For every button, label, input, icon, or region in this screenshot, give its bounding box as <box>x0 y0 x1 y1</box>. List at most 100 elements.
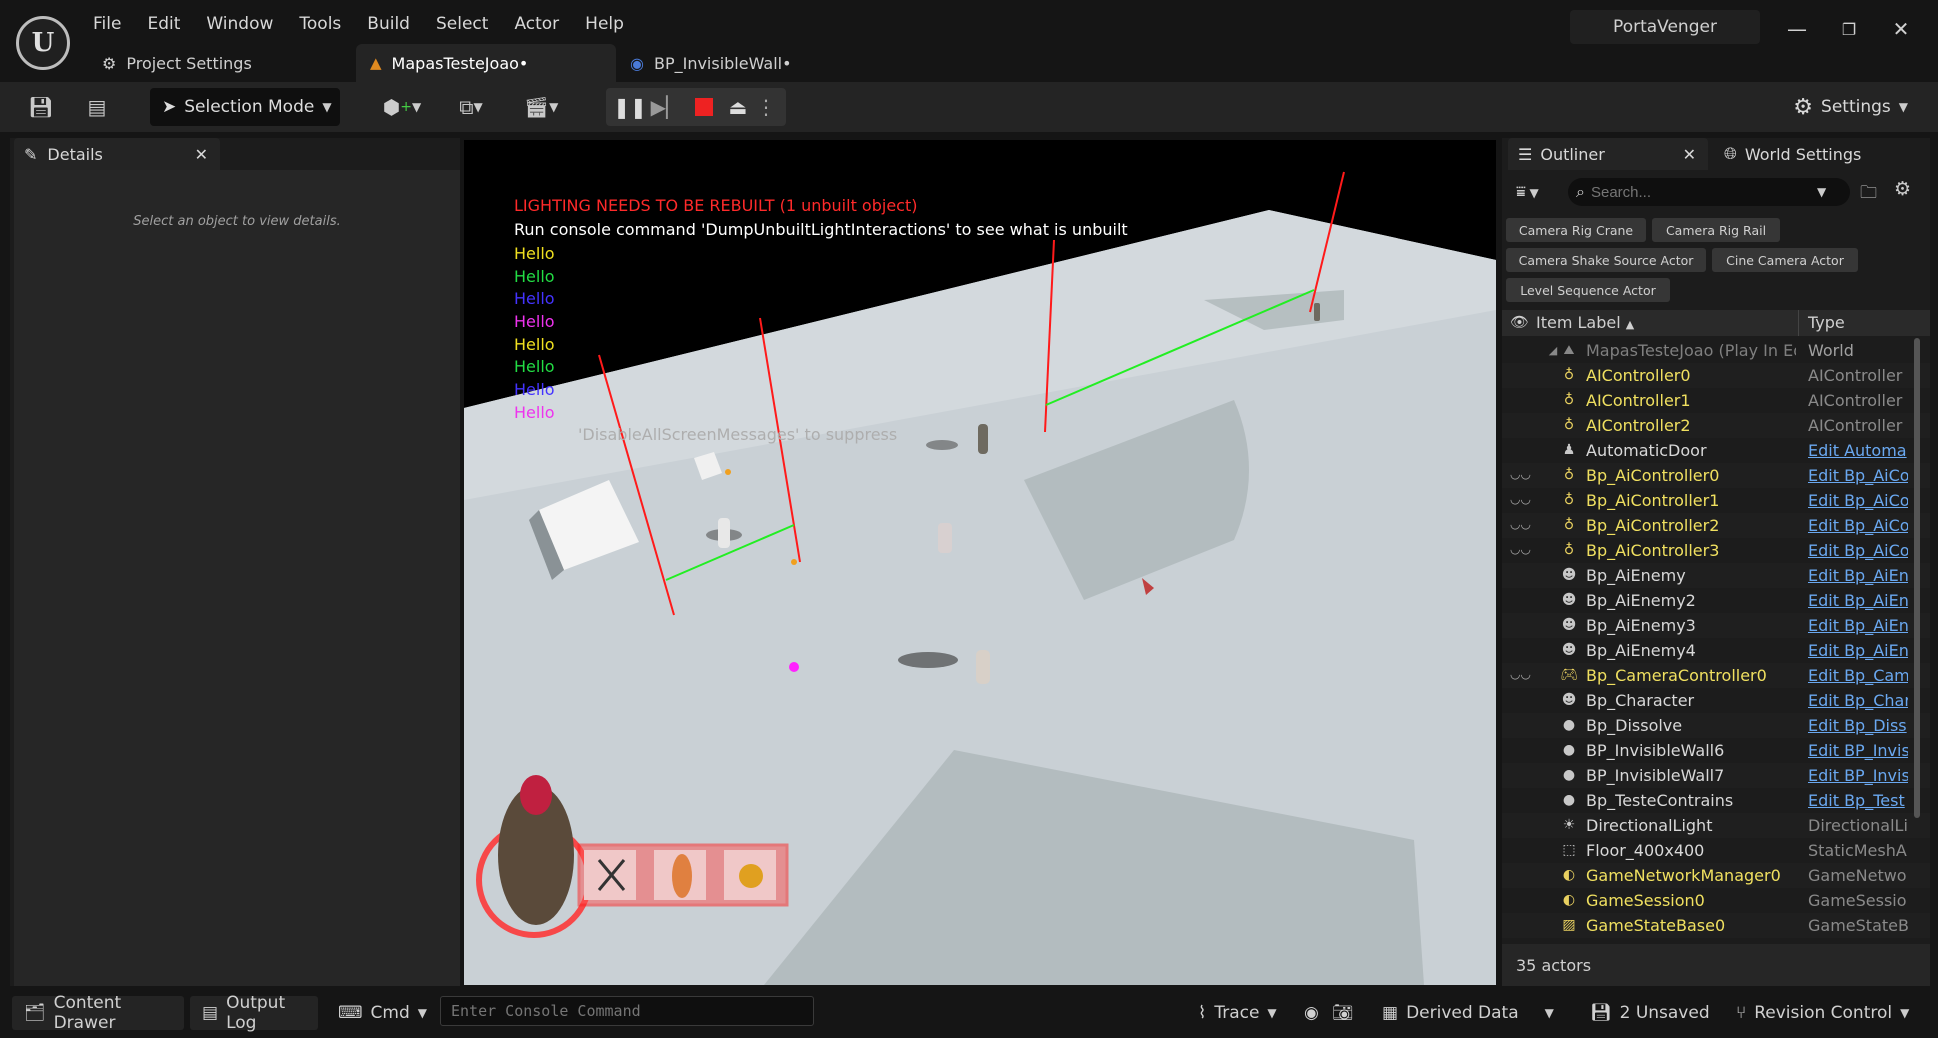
restore-icon[interactable]: ❐ <box>1834 14 1864 44</box>
content-drawer-button[interactable]: 🗂︎ Content Drawer <box>12 993 184 1033</box>
outliner-row-type[interactable]: Edit Bp_AiCo <box>1808 466 1908 485</box>
outliner-row[interactable]: ♁ AIController2 AIController <box>1502 413 1930 438</box>
eye-icon[interactable]: 👁︎ <box>1510 313 1529 331</box>
tab-blueprint[interactable]: ◉ BP_InvisibleWall• <box>616 44 816 82</box>
eject-icon[interactable]: ⏏ <box>726 93 750 121</box>
close-icon[interactable]: ✕ <box>195 145 208 164</box>
outliner-row-type[interactable]: Edit BP_Invis <box>1808 741 1908 760</box>
tab-details[interactable]: ✎ Details ✕ <box>14 138 220 170</box>
outliner-scrollbar[interactable] <box>1914 338 1920 818</box>
outliner-row[interactable]: ☻ Bp_AiEnemy4 Edit Bp_AiEn <box>1502 638 1930 663</box>
stop-icon[interactable] <box>692 93 716 121</box>
outliner-row[interactable]: ⬚ Floor_400x400 StaticMeshA <box>1502 838 1930 863</box>
outliner-row[interactable]: ◡◡ 🎮︎ Bp_CameraController0 Edit Bp_Cam <box>1502 663 1930 688</box>
derived-data-dropdown[interactable]: ▦ Derived Data ▼ <box>1382 996 1554 1030</box>
gear-icon[interactable]: ⚙ <box>1894 178 1911 200</box>
outliner-row[interactable]: ▨ GameStateBase0 GameStateB <box>1502 913 1930 938</box>
camera-icon[interactable]: 📷︎ <box>1332 996 1354 1030</box>
visibility-eye-icon[interactable]: ◡◡ <box>1510 667 1531 681</box>
filter-chip[interactable]: Level Sequence Actor <box>1506 278 1670 302</box>
outliner-row-type[interactable]: Edit Bp_AiEn <box>1808 641 1908 660</box>
menu-select[interactable]: Select <box>423 10 501 38</box>
settings-button[interactable]: ⚙ Settings ▼ <box>1793 90 1908 124</box>
outliner-row[interactable]: ☻ Bp_AiEnemy Edit Bp_AiEn <box>1502 563 1930 588</box>
level-viewport[interactable]: LIGHTING NEEDS TO BE REBUILT (1 unbuilt … <box>464 140 1496 985</box>
tab-level-map[interactable]: ▲ MapasTesteJoao• <box>356 44 616 82</box>
browse-content-icon[interactable]: ▤ <box>82 93 112 121</box>
minimize-icon[interactable]: — <box>1782 14 1812 44</box>
outliner-row[interactable]: ● Bp_Dissolve Edit Bp_Diss <box>1502 713 1930 738</box>
outliner-row-type[interactable]: Edit Bp_Cam <box>1808 666 1908 685</box>
step-icon[interactable]: ▶▏ <box>651 93 682 121</box>
outliner-row[interactable]: ☻ Bp_Character Edit Bp_Char <box>1502 688 1930 713</box>
console-command-input[interactable] <box>440 996 814 1026</box>
outliner-row[interactable]: ♁ AIController1 AIController <box>1502 388 1930 413</box>
outliner-row-type[interactable]: Edit Bp_AiEn <box>1808 616 1908 635</box>
outliner-row[interactable]: ◡◡ ♁ Bp_AiController0 Edit Bp_AiCo <box>1502 463 1930 488</box>
visibility-eye-icon[interactable]: ◡◡ <box>1510 492 1531 506</box>
save-icon[interactable]: 💾︎ <box>28 93 54 121</box>
filter-chip[interactable]: Cine Camera Actor <box>1712 248 1858 272</box>
outliner-row[interactable]: ◐ GameSession0 GameSessio <box>1502 888 1930 913</box>
menu-build[interactable]: Build <box>354 10 423 38</box>
outliner-row[interactable]: ● BP_InvisibleWall7 Edit BP_Invis <box>1502 763 1930 788</box>
trace-dropdown[interactable]: ⌇ Trace ▼ <box>1198 996 1277 1030</box>
tab-project-settings[interactable]: ⚙ Project Settings <box>88 44 356 82</box>
outliner-row[interactable]: ◡◡ ♁ Bp_AiController2 Edit Bp_AiCo <box>1502 513 1930 538</box>
record-icon[interactable]: ◉ <box>1304 996 1319 1030</box>
menu-help[interactable]: Help <box>572 10 637 38</box>
blueprint-menu-icon[interactable]: ⧉ ▼ <box>446 93 496 121</box>
close-icon[interactable]: ✕ <box>1886 14 1916 44</box>
outliner-row-type[interactable]: Edit Bp_AiEn <box>1808 591 1908 610</box>
outliner-row-type[interactable]: Edit Bp_AiCo <box>1808 541 1908 560</box>
tab-outliner[interactable]: ☰ Outliner ✕ <box>1508 138 1708 170</box>
outliner-root-row[interactable]: ◢ ⛰︎ MapasTesteJoao (Play In Ed World <box>1502 338 1930 363</box>
outliner-row-type[interactable]: Edit Bp_Test <box>1808 791 1908 810</box>
outliner-row-type[interactable]: Edit Bp_AiCo <box>1808 516 1908 535</box>
unsaved-button[interactable]: 💾︎ 2 Unsaved <box>1590 996 1710 1030</box>
tab-world-settings[interactable]: 🌐︎ World Settings <box>1714 138 1861 170</box>
revision-control-dropdown[interactable]: ⑂ Revision Control ▼ <box>1736 996 1909 1030</box>
menu-edit[interactable]: Edit <box>134 10 193 38</box>
menu-file[interactable]: File <box>80 10 134 38</box>
filter-chip[interactable]: Camera Rig Crane <box>1506 218 1646 242</box>
pause-icon[interactable]: ❚❚ <box>613 93 647 121</box>
filter-chip[interactable]: Camera Rig Rail <box>1652 218 1780 242</box>
outliner-row[interactable]: ☻ Bp_AiEnemy3 Edit Bp_AiEn <box>1502 613 1930 638</box>
outliner-row-type[interactable]: Edit BP_Invis <box>1808 766 1908 785</box>
menu-actor[interactable]: Actor <box>501 10 572 38</box>
outliner-row-type[interactable]: Edit Automa <box>1808 441 1908 460</box>
col-type[interactable]: Type <box>1808 313 1845 332</box>
close-icon[interactable]: ✕ <box>1683 145 1696 164</box>
visibility-eye-icon[interactable]: ◡◡ <box>1510 517 1531 531</box>
add-actor-icon[interactable]: ⬢ + ▼ <box>378 93 426 121</box>
outliner-row[interactable]: ☀ DirectionalLight DirectionalLi <box>1502 813 1930 838</box>
outliner-row-type[interactable]: Edit Bp_Char <box>1808 691 1908 710</box>
outliner-row[interactable]: ♟ AutomaticDoor Edit Automa <box>1502 438 1930 463</box>
outliner-row[interactable]: ◡◡ ♁ Bp_AiController3 Edit Bp_AiCo <box>1502 538 1930 563</box>
outliner-row[interactable]: ● BP_InvisibleWall6 Edit BP_Invis <box>1502 738 1930 763</box>
selection-mode-dropdown[interactable]: ➤ Selection Mode ▼ <box>150 88 340 126</box>
outliner-row[interactable]: ● Bp_TesteContrains Edit Bp_Test <box>1502 788 1930 813</box>
outliner-search[interactable]: ⌕ ▼ <box>1568 178 1850 206</box>
visibility-eye-icon[interactable]: ◡◡ <box>1510 467 1531 481</box>
cinematics-icon[interactable]: 🎬︎ ▼ <box>516 93 566 121</box>
menu-tools[interactable]: Tools <box>286 10 354 38</box>
outliner-row[interactable]: ☻ Bp_AiEnemy2 Edit Bp_AiEn <box>1502 588 1930 613</box>
outliner-row-type[interactable]: Edit Bp_Diss <box>1808 716 1908 735</box>
filter-chip[interactable]: Camera Shake Source Actor <box>1506 248 1706 272</box>
add-folder-icon[interactable]: 🗀︎ <box>1860 180 1877 209</box>
output-log-button[interactable]: ▤ Output Log <box>190 993 318 1033</box>
unreal-logo-icon[interactable]: U <box>16 16 70 70</box>
menu-window[interactable]: Window <box>193 10 286 38</box>
outliner-row[interactable]: ◡◡ ♁ Bp_AiController1 Edit Bp_AiCo <box>1502 488 1930 513</box>
visibility-eye-icon[interactable]: ◡◡ <box>1510 542 1531 556</box>
more-options-icon[interactable]: ⋮ <box>756 93 776 121</box>
search-input[interactable] <box>1590 183 1811 201</box>
filter-icon[interactable]: ⩸ ▼ <box>1516 182 1539 202</box>
outliner-row[interactable]: ◐ GameNetworkManager0 GameNetwo <box>1502 863 1930 888</box>
outliner-row-type[interactable]: Edit Bp_AiCo <box>1808 491 1908 510</box>
outliner-row-type[interactable]: Edit Bp_AiEn <box>1808 566 1908 585</box>
outliner-row[interactable]: ♁ AIController0 AIController <box>1502 363 1930 388</box>
col-item-label[interactable]: Item Label ▲ <box>1536 313 1634 332</box>
